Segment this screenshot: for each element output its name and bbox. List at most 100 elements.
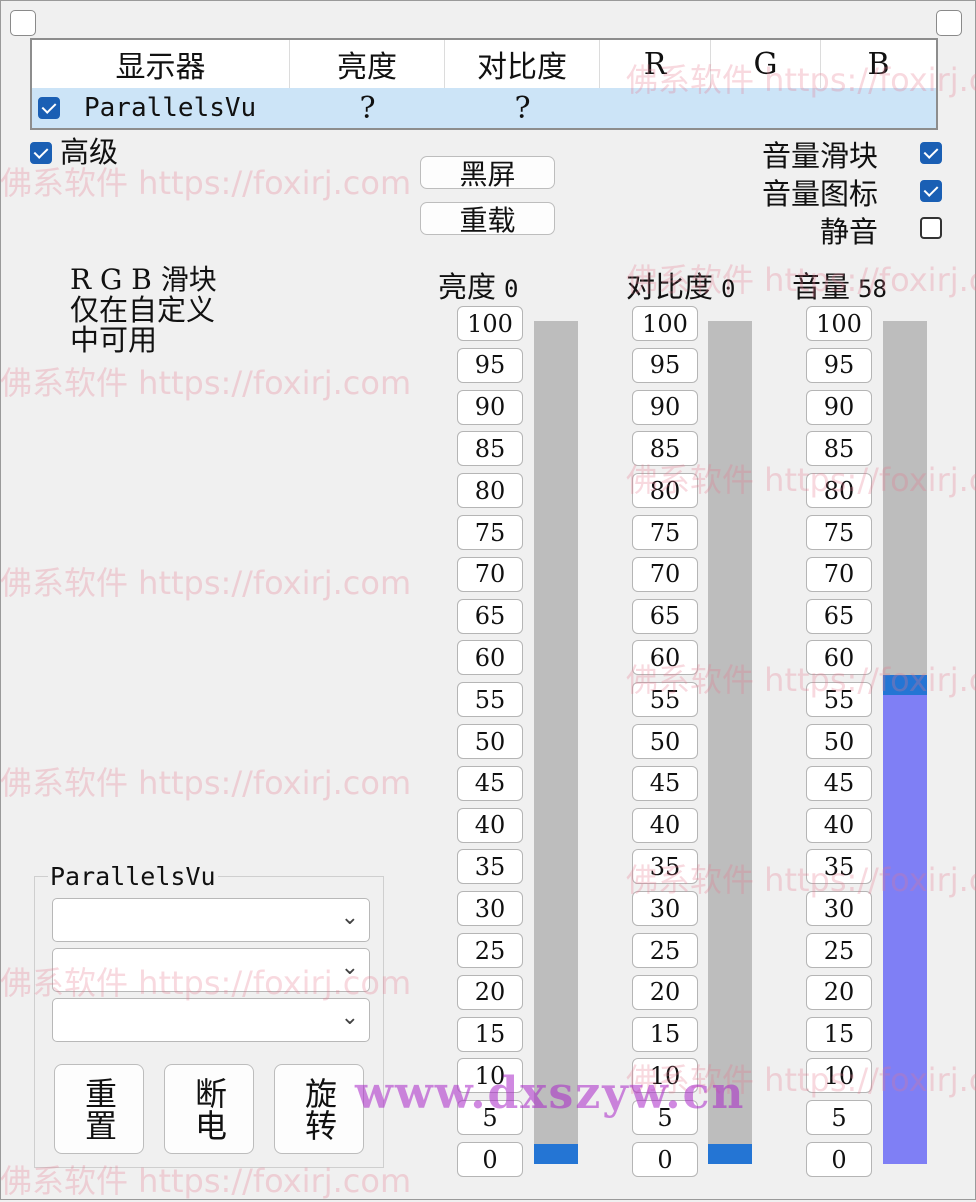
volume-tick-10[interactable]: 10: [806, 1058, 872, 1094]
contrast-tick-15[interactable]: 15: [632, 1016, 698, 1052]
contrast-tick-80[interactable]: 80: [632, 473, 698, 509]
combo-1[interactable]: ⌄: [52, 898, 370, 942]
volume-tick-80[interactable]: 80: [806, 473, 872, 509]
volume-tick-45[interactable]: 45: [806, 765, 872, 801]
volume-tick-50[interactable]: 50: [806, 724, 872, 759]
contrast-tick-40[interactable]: 40: [632, 807, 698, 843]
volume-tick-75[interactable]: 75: [806, 515, 872, 550]
group-title: ParallelsVu: [48, 862, 218, 891]
volume-tick-90[interactable]: 90: [806, 389, 872, 425]
volume-tick-5[interactable]: 5: [806, 1100, 872, 1136]
volume-tick-60[interactable]: 60: [806, 640, 872, 676]
advanced-checkbox[interactable]: [30, 142, 52, 164]
contrast-tick-55[interactable]: 55: [632, 682, 698, 718]
contrast-tick-60[interactable]: 60: [632, 640, 698, 676]
g-cell: [711, 88, 821, 128]
volume-tick-100[interactable]: 100: [806, 306, 872, 341]
reset-button[interactable]: 重置: [54, 1064, 144, 1154]
brightness-tick-40[interactable]: 40: [457, 807, 523, 843]
advanced-label: 高级: [60, 135, 119, 169]
contrast-tick-45[interactable]: 45: [632, 765, 698, 801]
contrast-header: 对比度 0: [626, 264, 735, 306]
volume-value: 58: [858, 275, 887, 303]
contrast-tick-90[interactable]: 90: [632, 389, 698, 425]
mute-label: 静音: [820, 215, 879, 249]
volume-icon-checkbox[interactable]: [920, 180, 942, 202]
brightness-tick-15[interactable]: 15: [457, 1016, 523, 1052]
contrast-tick-30[interactable]: 30: [632, 891, 698, 927]
volume-slider-thumb[interactable]: [883, 675, 927, 696]
brightness-tick-0[interactable]: 0: [457, 1142, 523, 1177]
volume-tick-25[interactable]: 25: [806, 933, 872, 968]
table-row[interactable]: ParallelsVu ? ?: [32, 88, 936, 128]
contrast-cell: ?: [514, 90, 531, 126]
corner-checkbox-left[interactable]: [10, 10, 36, 36]
volume-tick-0[interactable]: 0: [806, 1142, 872, 1177]
brightness-tick-55[interactable]: 55: [457, 682, 523, 718]
brightness-tick-45[interactable]: 45: [457, 765, 523, 801]
brightness-tick-90[interactable]: 90: [457, 389, 523, 425]
volume-tick-30[interactable]: 30: [806, 891, 872, 927]
volume-tick-15[interactable]: 15: [806, 1016, 872, 1052]
contrast-tick-85[interactable]: 85: [632, 431, 698, 467]
rgb-note-line1: R G B 滑块: [70, 263, 217, 296]
brightness-tick-95[interactable]: 95: [457, 347, 523, 383]
volume-tick-95[interactable]: 95: [806, 347, 872, 383]
brightness-tick-70[interactable]: 70: [457, 556, 523, 592]
corner-checkbox-right[interactable]: [936, 10, 962, 36]
brightness-tick-20[interactable]: 20: [457, 974, 523, 1010]
brightness-tick-60[interactable]: 60: [457, 640, 523, 676]
contrast-tick-100[interactable]: 100: [632, 306, 698, 341]
brightness-tick-75[interactable]: 75: [457, 515, 523, 550]
combo-2[interactable]: ⌄: [52, 948, 370, 992]
brightness-tick-50[interactable]: 50: [457, 724, 523, 759]
volume-tick-20[interactable]: 20: [806, 974, 872, 1010]
contrast-tick-20[interactable]: 20: [632, 974, 698, 1010]
brightness-tick-85[interactable]: 85: [457, 431, 523, 467]
header-monitor[interactable]: 显示器: [32, 40, 290, 88]
contrast-tick-25[interactable]: 25: [632, 933, 698, 968]
header-r[interactable]: R: [600, 40, 711, 88]
volume-tick-35[interactable]: 35: [806, 849, 872, 885]
volume-slider-checkbox[interactable]: [920, 142, 942, 164]
contrast-tick-0[interactable]: 0: [632, 1142, 698, 1177]
header-contrast[interactable]: 对比度: [445, 40, 600, 88]
volume-tick-70[interactable]: 70: [806, 556, 872, 592]
volume-tick-85[interactable]: 85: [806, 431, 872, 467]
volume-tick-55[interactable]: 55: [806, 682, 872, 718]
brightness-slider-track[interactable]: [534, 321, 578, 1164]
brightness-tick-65[interactable]: 65: [457, 598, 523, 634]
contrast-slider-thumb[interactable]: [708, 1144, 752, 1164]
combo-3[interactable]: ⌄: [52, 998, 370, 1042]
header-g[interactable]: G: [711, 40, 821, 88]
mute-checkbox[interactable]: [920, 217, 942, 239]
volume-tick-65[interactable]: 65: [806, 598, 872, 634]
brightness-slider-thumb[interactable]: [534, 1144, 578, 1164]
contrast-tick-35[interactable]: 35: [632, 849, 698, 885]
brightness-value: 0: [504, 275, 519, 303]
brightness-tick-100[interactable]: 100: [457, 306, 523, 341]
contrast-tick-75[interactable]: 75: [632, 515, 698, 550]
contrast-slider-track[interactable]: [708, 321, 752, 1164]
blackscreen-button[interactable]: 黑屏: [420, 156, 555, 191]
brightness-tick-25[interactable]: 25: [457, 933, 523, 968]
monitor-checkbox[interactable]: [38, 97, 60, 119]
volume-icon-label: 音量图标: [762, 177, 879, 211]
contrast-tick-50[interactable]: 50: [632, 724, 698, 759]
contrast-tick-70[interactable]: 70: [632, 556, 698, 592]
volume-slider-fill: [883, 675, 927, 1164]
header-brightness[interactable]: 亮度: [290, 40, 445, 88]
volume-tick-40[interactable]: 40: [806, 807, 872, 843]
contrast-tick-95[interactable]: 95: [632, 347, 698, 383]
brightness-cell: ?: [359, 90, 376, 126]
rgb-note-line3: 中可用: [70, 323, 158, 357]
reload-button[interactable]: 重载: [420, 202, 555, 237]
header-b[interactable]: B: [821, 40, 936, 88]
brightness-tick-30[interactable]: 30: [457, 891, 523, 927]
contrast-tick-65[interactable]: 65: [632, 598, 698, 634]
volume-slider-track[interactable]: [883, 321, 927, 1164]
poweroff-button[interactable]: 断电: [164, 1064, 254, 1154]
rotate-button[interactable]: 旋转: [274, 1064, 364, 1154]
brightness-tick-80[interactable]: 80: [457, 473, 523, 509]
brightness-tick-35[interactable]: 35: [457, 849, 523, 885]
